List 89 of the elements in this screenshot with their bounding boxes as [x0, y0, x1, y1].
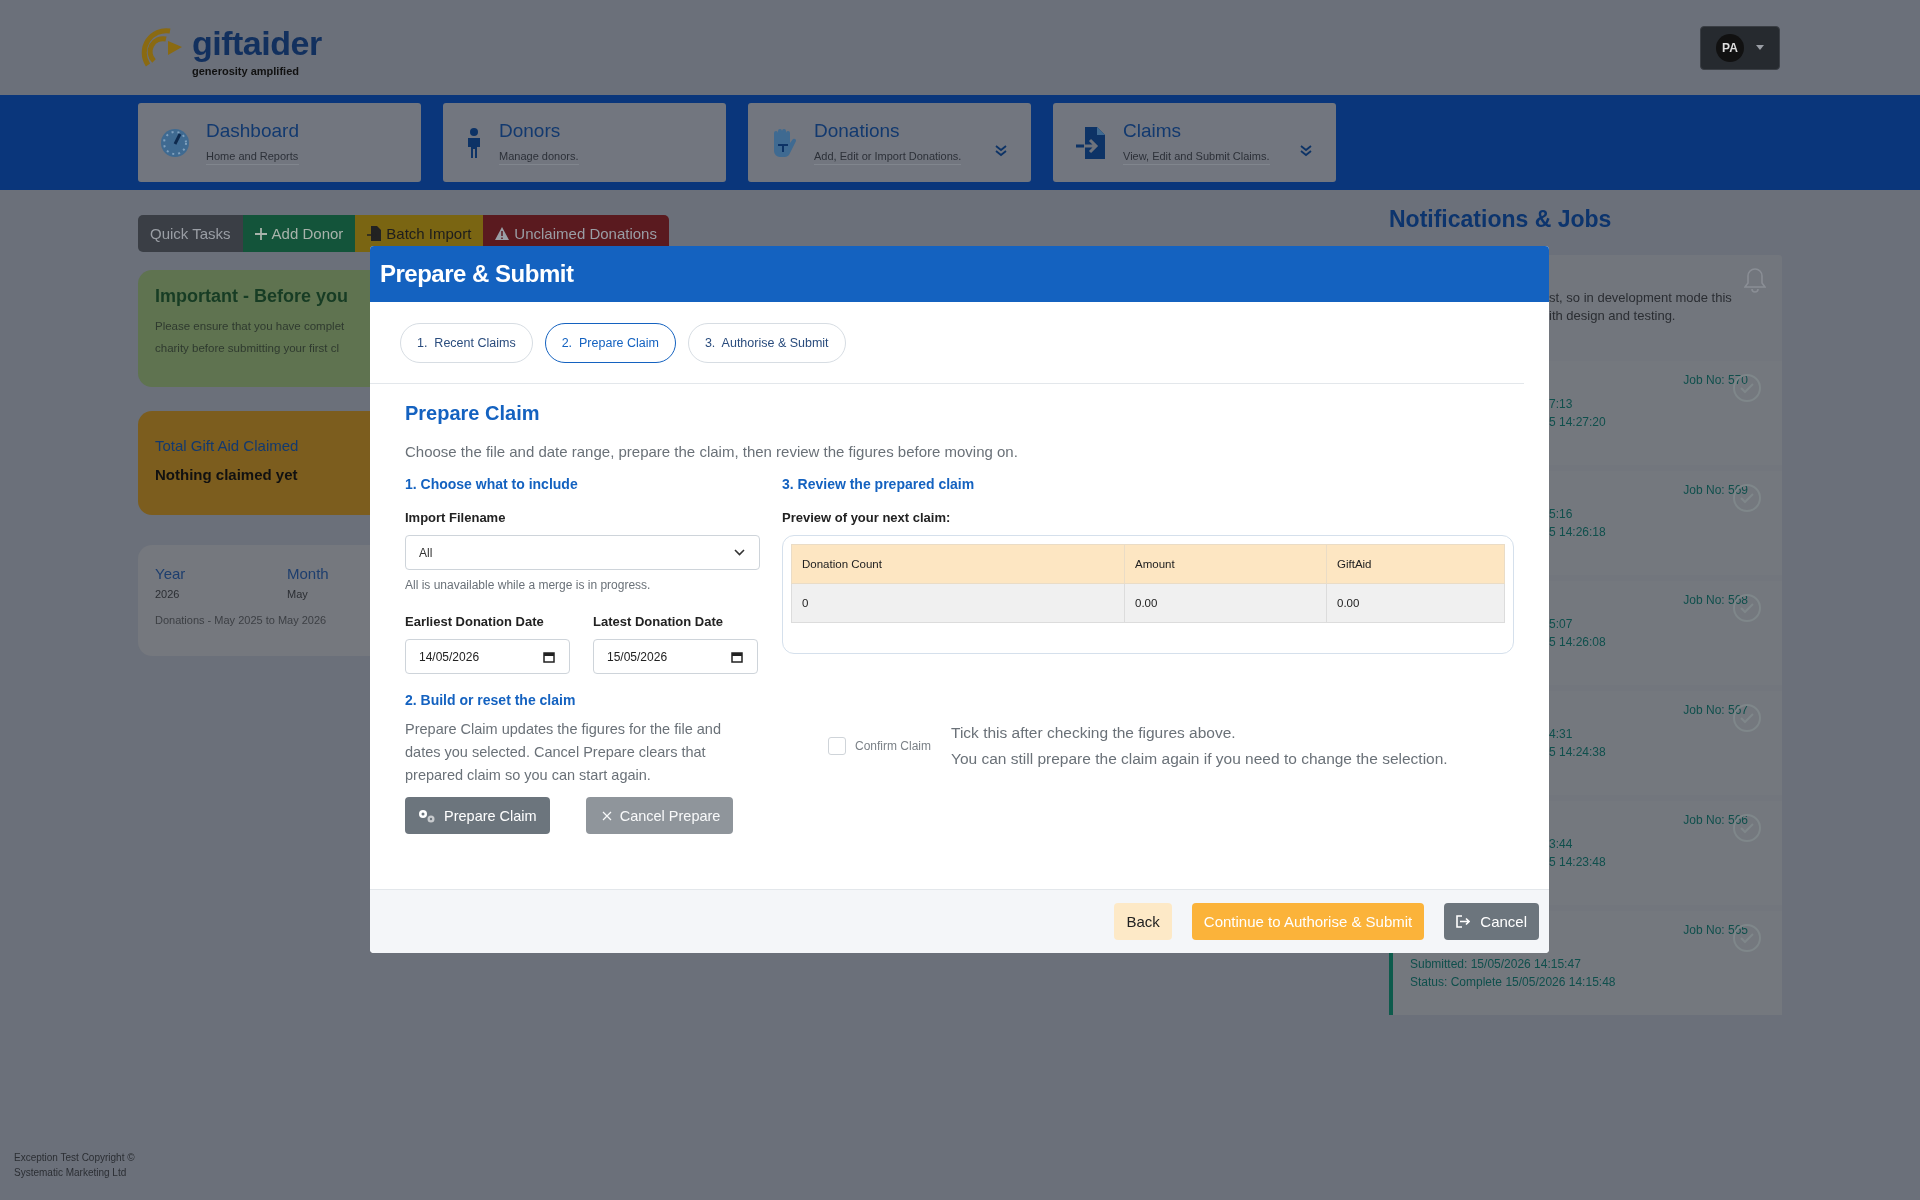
modal-title: Prepare & Submit — [380, 260, 574, 288]
column-header: Amount — [1124, 544, 1327, 584]
job-detail: 5 14:23:48 — [1549, 855, 1606, 869]
chevron-down-icon — [734, 549, 745, 556]
nav-subtitle: View, Edit and Submit Claims. — [1123, 150, 1270, 162]
job-detail: 7:13 — [1549, 397, 1574, 411]
filename-select[interactable]: All — [405, 535, 760, 570]
nav-card[interactable]: Donations Add, Edit or Import Donations. — [748, 103, 1031, 182]
sign-out-icon — [1456, 915, 1471, 928]
calendar-icon — [731, 650, 743, 663]
logo-tagline: generosity amplified — [192, 64, 300, 77]
warning-icon — [495, 227, 510, 240]
job-detail: 5 14:27:20 — [1549, 415, 1606, 429]
job-detail: 5 14:24:38 — [1549, 745, 1606, 759]
prepare-claim-button[interactable]: Prepare Claim — [405, 797, 550, 834]
user-avatar: PA — [1716, 33, 1744, 62]
nav-title: Dashboard — [206, 120, 299, 142]
column-header: Donation Count — [791, 544, 1125, 584]
cancel-button[interactable]: Cancel — [1444, 903, 1539, 940]
job-detail: 5 14:26:18 — [1549, 525, 1606, 539]
date-field[interactable]: 14/05/2026 — [405, 639, 570, 674]
field-label: Import Filename — [405, 510, 507, 525]
notification-message: st, so in development mode this ith design and testing. — [1549, 289, 1732, 325]
file-import-icon — [367, 226, 382, 241]
footer-text: Exception Test Copyright © — [14, 1152, 135, 1163]
nav-card[interactable]: Dashboard Home and Reports — [138, 103, 421, 182]
help-text: All is unavailable while a merge is in progress. — [405, 578, 652, 592]
gears-icon — [418, 808, 436, 823]
bell-icon — [1744, 267, 1766, 293]
stat-label: Year — [155, 565, 187, 582]
card-text: Please ensure that you have complet — [155, 319, 345, 334]
step-tab[interactable]: 2. Prepare Claim — [544, 323, 676, 363]
footer-text: Systematic Marketing Ltd — [14, 1167, 128, 1178]
build-text: Prepare Claim updates the figures for the file and dates you selected. Cancel Prepare clears that prepared claim so you can start again. — [405, 720, 722, 785]
card-title: Important - Before you — [155, 286, 348, 307]
nav-subtitle: Home and Reports — [206, 150, 299, 162]
gauge-icon — [160, 127, 190, 158]
intro-text: Choose the file and date range, prepare the claim, then review the figures before moving on. — [405, 443, 1019, 460]
user-menu-button[interactable]: PA — [1700, 25, 1780, 70]
caret-icon — [1756, 45, 1764, 50]
job-detail: 3:44 — [1549, 837, 1574, 851]
job-detail: Status: Complete 15/05/2026 14:15:48 — [1410, 975, 1616, 989]
step-tab[interactable]: 3. Authorise & Submit — [687, 323, 846, 363]
card-title: Total Gift Aid Claimed — [155, 437, 299, 454]
checkbox-label: Confirm Claim — [855, 739, 931, 753]
logo-wordmark: giftaider — [192, 24, 322, 61]
nav-title: Donations — [814, 120, 901, 142]
nav-title: Claims — [1123, 120, 1183, 142]
chevron-down-icon[interactable] — [995, 145, 1007, 157]
person-icon — [465, 127, 483, 158]
job-detail: 5:07 — [1549, 617, 1574, 631]
stat-value: May — [287, 588, 309, 600]
stat-value: 2026 — [155, 588, 181, 600]
quick-tasks-label: Quick Tasks — [138, 215, 243, 252]
section-title: Prepare Claim — [405, 402, 541, 425]
nav-subtitle: Manage donors. — [499, 150, 579, 162]
quick-task-button[interactable]: Add Donor — [242, 215, 356, 252]
job-detail: Submitted: 15/05/2026 14:15:47 — [1410, 957, 1582, 971]
table-cell: 0 — [791, 583, 1125, 623]
confirm-note: You can still prepare the claim again if you need to change the selection. — [951, 750, 1448, 768]
card-value: Nothing claimed yet — [155, 466, 298, 483]
job-detail: 4:31 — [1549, 727, 1574, 741]
chevron-down-icon[interactable] — [1300, 145, 1312, 157]
job-detail: 5:16 — [1549, 507, 1574, 521]
step-heading: 1. Choose what to include — [405, 476, 579, 492]
step-heading: 3. Review the prepared claim — [782, 476, 976, 492]
job-detail: 5 14:26:08 — [1549, 635, 1606, 649]
column-header: GiftAid — [1326, 544, 1505, 584]
step-heading: 2. Build or reset the claim — [405, 692, 577, 708]
notifications-title: Notifications & Jobs — [1389, 206, 1613, 234]
table-cell: 0.00 — [1326, 583, 1505, 623]
nav-card[interactable]: Donors Manage donors. — [443, 103, 726, 182]
plus-icon — [254, 227, 267, 240]
back-button[interactable]: Back — [1114, 903, 1172, 940]
confirm-checkbox[interactable] — [828, 737, 846, 755]
nav-card[interactable]: Claims View, Edit and Submit Claims. — [1053, 103, 1336, 182]
nav-title: Donors — [499, 120, 562, 142]
table-cell: 0.00 — [1124, 583, 1327, 623]
field-label: Earliest Donation Date — [405, 614, 545, 629]
file-arrow-icon — [1075, 125, 1107, 160]
close-icon — [601, 810, 612, 821]
stat-label: Month — [287, 565, 330, 582]
field-label: Preview of your next claim: — [782, 510, 952, 525]
nav-subtitle: Add, Edit or Import Donations. — [814, 150, 962, 162]
calendar-icon — [543, 650, 555, 663]
field-label: Latest Donation Date — [593, 614, 724, 629]
date-field[interactable]: 15/05/2026 — [593, 639, 758, 674]
confirm-note: Tick this after checking the figures above. — [951, 724, 1237, 742]
step-tab[interactable]: 1. Recent Claims — [400, 323, 533, 363]
